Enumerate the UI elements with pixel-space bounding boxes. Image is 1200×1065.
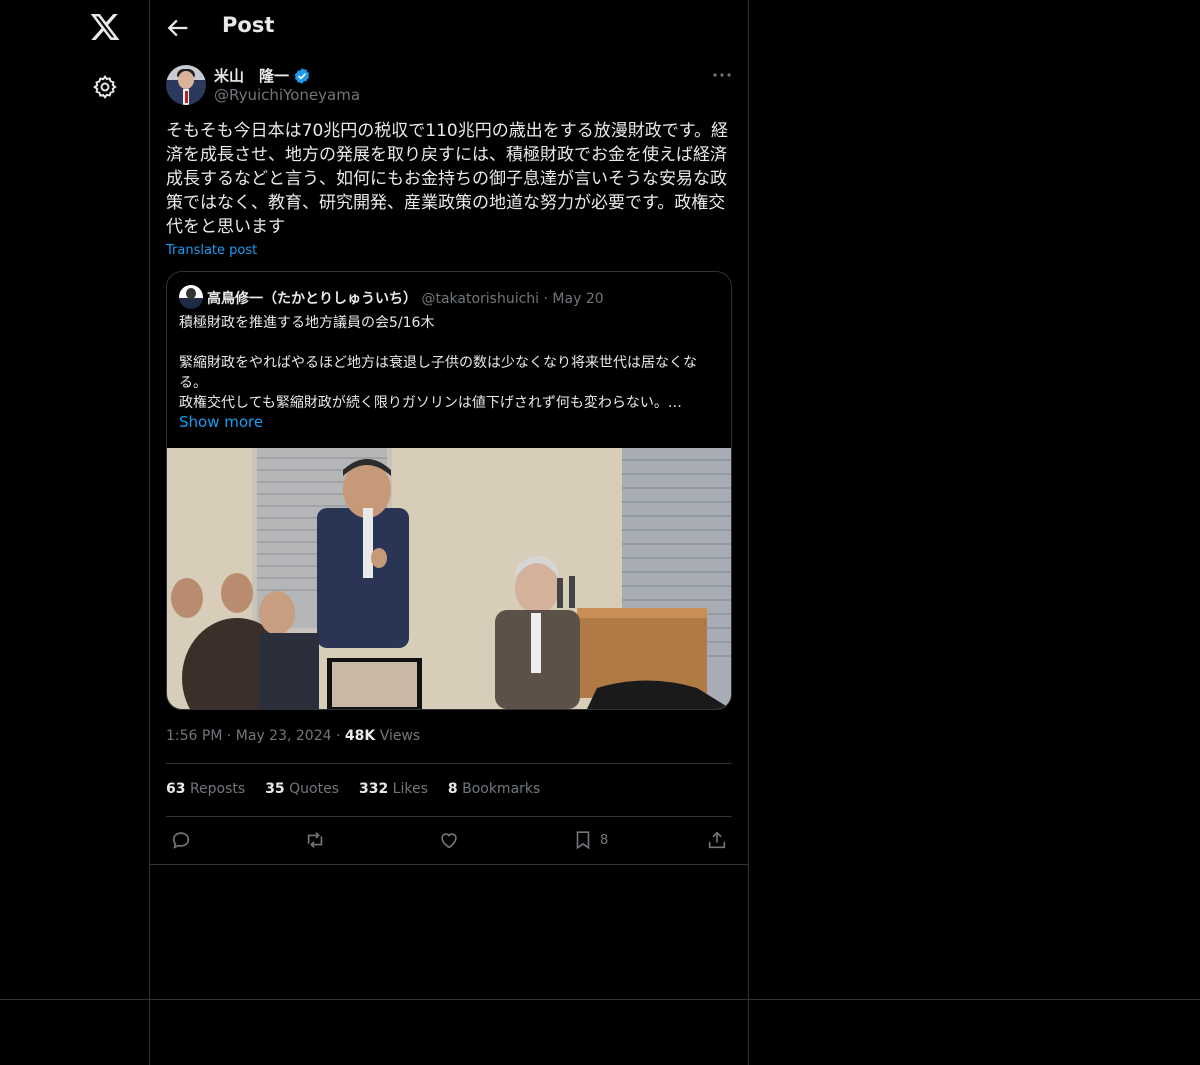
share-icon [708,831,726,849]
quoted-author-handle: @takatorishuichi [421,291,540,307]
repost-icon [307,832,323,848]
bookmark-button[interactable]: 8 [572,828,608,852]
quoted-line: 緊縮財政をやればやるほど地方は衰退し子供の数は少なくなり将来世代は居なくなる。 [179,355,697,391]
bookmarks-label: Bookmarks [462,781,541,797]
views-label: Views [379,728,421,744]
show-more-link[interactable]: Show more [179,413,263,431]
like-button[interactable] [438,828,460,852]
quoted-date: May 20 [552,291,604,307]
quoted-line: 積極財政を推進する地方議員の会5/16木 [179,315,435,331]
quoted-separator: · [543,291,548,307]
quoted-post[interactable]: 高鳥修一（たかとりしゅういち） @takatorishuichi · May 2… [166,271,732,710]
page-title: Post [222,13,275,37]
quoted-line: 政権交代しても緊縮財政が続く限りガソリンは値下げされず何も変わらない。… [179,395,682,411]
meta-separator: · [335,728,341,744]
repost-button[interactable] [304,828,326,852]
views-count: 48K [344,728,376,744]
quoted-author-name: 高鳥修一（たかとりしゅういち） [207,291,417,307]
post-text: そもそも今日本は70兆円の税収で110兆円の歳出をする放漫財政です。経済を成長さ… [166,121,729,237]
quotes-label: Quotes [289,781,339,797]
share-button[interactable] [706,828,728,852]
bookmark-icon [576,831,590,850]
meta-separator: · [226,728,232,744]
translate-post-link[interactable]: Translate post [166,243,257,258]
post-detail: Post 米山 隆一 @RyuichiYoneyama そもそも今日本は70兆円… [150,0,748,865]
quoted-header: 高鳥修一（たかとりしゅういち） @takatorishuichi · May 2… [207,288,604,308]
divider [166,816,732,817]
quoted-author-avatar [179,285,203,309]
likes-stat[interactable]: 332 Likes [359,781,428,797]
x-logo-icon[interactable] [89,11,121,43]
bookmarks-count: 8 [447,781,458,797]
post-time[interactable]: 1:56 PM [166,728,222,744]
likes-count: 332 [358,781,389,797]
quotes-count: 35 [265,781,285,797]
left-nav [0,0,149,1065]
reply-icon [172,832,190,849]
column-divider-right [748,0,749,1065]
quoted-photo[interactable] [167,448,731,709]
bookmarks-stat[interactable]: 8 Bookmarks [448,781,540,797]
bookmark-count: 8 [600,832,609,848]
arrow-left-icon[interactable] [164,14,192,42]
reposts-stat[interactable]: 63 Reposts [166,781,245,797]
action-bar: 8 [166,826,732,854]
bottom-divider [0,999,1200,1000]
author-handle[interactable]: @RyuichiYoneyama [214,86,360,104]
reposts-count: 63 [166,781,186,797]
author-name[interactable]: 米山 隆一 [214,65,289,86]
reposts-label: Reposts [189,781,246,797]
likes-label: Likes [392,781,428,797]
divider [166,763,732,764]
gear-icon[interactable] [92,74,118,100]
quotes-stat[interactable]: 35 Quotes [265,781,339,797]
quoted-text: 積極財政を推進する地方議員の会5/16木 緊縮財政をやればやるほど地方は衰退し子… [179,313,719,413]
post-bottom-divider [150,864,748,865]
reply-button[interactable] [170,828,192,852]
engagement-stats: 63 Reposts 35 Quotes 332 Likes 8 Bookmar… [166,781,540,797]
more-options-icon[interactable] [710,66,734,84]
post-meta: 1:56 PM · May 23, 2024 · 48K Views [166,728,420,744]
heart-icon [441,833,457,849]
post-date[interactable]: May 23, 2024 [236,728,332,744]
author-name-row: 米山 隆一 [214,65,311,86]
author-avatar[interactable] [166,65,206,105]
verified-badge-icon [294,67,310,84]
